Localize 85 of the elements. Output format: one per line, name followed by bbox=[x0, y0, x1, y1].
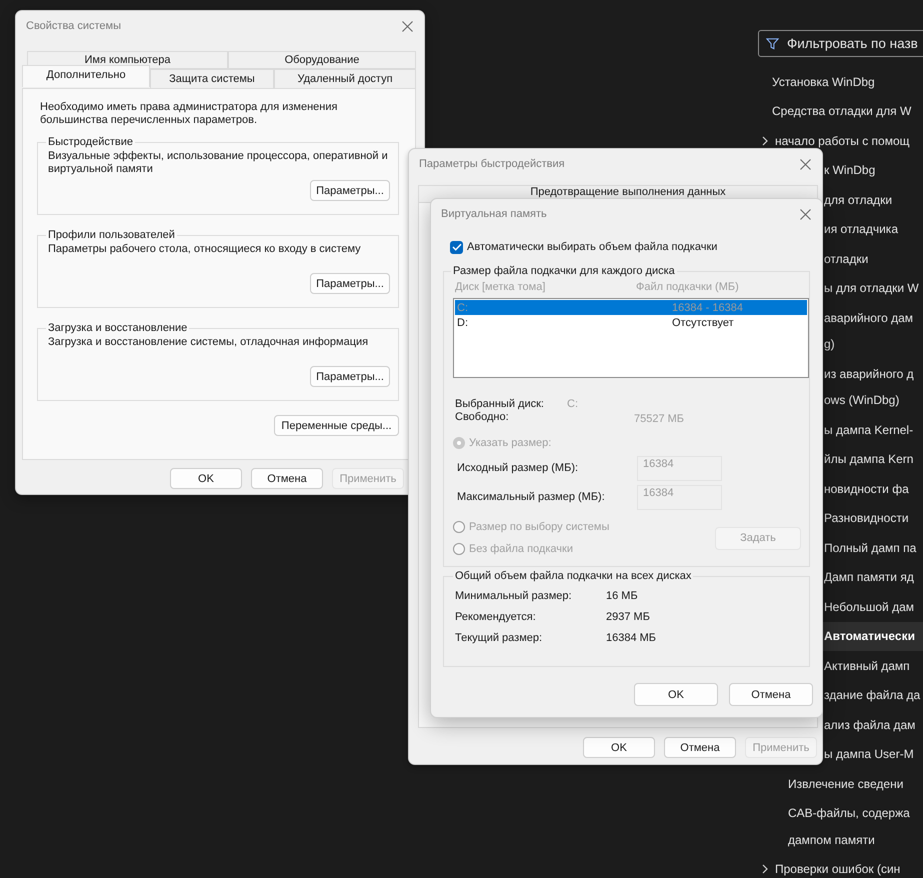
ok-button[interactable]: OK bbox=[170, 468, 242, 489]
nav-link[interactable]: ы дампа User-M bbox=[824, 741, 914, 768]
nav-link[interactable]: для отладки bbox=[824, 186, 892, 213]
admin-note: Необходимо иметь права администратора для изменения большинства перечисленных параметров. bbox=[40, 101, 338, 127]
field-value: 75527 МБ bbox=[634, 413, 684, 425]
close-button[interactable] bbox=[400, 19, 414, 33]
field-label: Рекомендуется: bbox=[455, 610, 537, 622]
cancel-button[interactable]: Отмена bbox=[729, 683, 813, 706]
nav-link[interactable]: Полный дамп па bbox=[824, 534, 916, 561]
column-header: Файл подкачки (МБ) bbox=[636, 281, 739, 293]
close-button[interactable] bbox=[798, 157, 812, 171]
field-label: Максимальный размер (МБ): bbox=[456, 491, 606, 503]
nav-link[interactable]: Извлечение сведени bbox=[788, 770, 904, 797]
cancel-button[interactable]: Отмена bbox=[664, 737, 736, 758]
field-label: Исходный размер (МБ): bbox=[456, 462, 580, 474]
nav-link[interactable]: Активный дамп bbox=[824, 652, 910, 679]
tab[interactable]: Предотвращение выполнения данных bbox=[530, 186, 726, 198]
chevron-icon bbox=[762, 864, 768, 874]
close-icon bbox=[402, 20, 412, 32]
nav-link[interactable]: ы для отладки W bbox=[824, 275, 919, 302]
group-description: Визуальные эффекты, использование процессора, оперативной и виртуальной памяти bbox=[48, 150, 389, 177]
radio-label: Размер по выбору системы bbox=[469, 521, 610, 533]
field-label: Минимальный размер: bbox=[455, 590, 573, 602]
nav-link[interactable]: начало работы с помощ bbox=[775, 128, 910, 154]
checkbox-label: Автоматически выбирать объем файла подкачки bbox=[467, 241, 718, 253]
group-title: Размер файла подкачки для каждого диска bbox=[452, 265, 676, 277]
field-value: 16 МБ bbox=[606, 590, 638, 602]
nav-link[interactable]: к WinDbg bbox=[824, 157, 876, 184]
close-button[interactable] bbox=[798, 207, 812, 221]
window-title: Виртуальная память bbox=[441, 208, 547, 220]
nav-link[interactable]: аварийного дам g) bbox=[824, 304, 914, 358]
group-description: Параметры рабочего стола, относящиеся ко входу в систему bbox=[48, 243, 362, 257]
group-title: Быстродействие bbox=[47, 136, 134, 148]
chevron-icon bbox=[762, 136, 768, 146]
field-value: 2937 МБ bbox=[606, 610, 650, 622]
nav-link[interactable]: CAB-файлы, содержа дампом памяти bbox=[788, 800, 910, 853]
nav-link[interactable]: здание файла да bbox=[824, 682, 920, 708]
settings-button[interactable]: Параметры... bbox=[310, 180, 390, 201]
nav-link[interactable]: отладки bbox=[824, 246, 868, 272]
environment-variables-button[interactable]: Переменные среды... bbox=[274, 415, 399, 436]
field-label: Выбранный диск: bbox=[454, 398, 545, 410]
field-label: Текущий размер: bbox=[455, 632, 544, 644]
nav-link[interactable]: ия отладчика bbox=[824, 216, 898, 242]
field-label: Свободно: bbox=[454, 411, 510, 425]
table-cell-text: D: bbox=[456, 316, 469, 328]
radio-label: Без файла подкачки bbox=[469, 543, 573, 555]
checkmark-icon bbox=[452, 243, 462, 251]
ok-button[interactable]: OK bbox=[634, 683, 718, 706]
nav-link[interactable]: Установка WinDbg bbox=[772, 68, 875, 95]
nav-link[interactable]: из аварийного д ows (WinDbg) bbox=[824, 360, 914, 414]
tab[interactable]: Дополнительно bbox=[22, 65, 150, 87]
cancel-button[interactable]: Отмена bbox=[251, 468, 323, 489]
radio-label: Указать размер: bbox=[469, 437, 552, 449]
column-header: Диск [метка тома] bbox=[454, 281, 546, 293]
table-cell-text: C: bbox=[456, 302, 469, 314]
table-cell: Отсутствует bbox=[672, 316, 734, 328]
nav-link[interactable]: ализ файла дам bbox=[824, 712, 916, 738]
tab[interactable]: Оборудование bbox=[228, 51, 416, 69]
group-title: Загрузка и восстановление bbox=[47, 322, 188, 334]
tab[interactable]: Защита системы bbox=[150, 69, 274, 88]
nav-link[interactable]: новидности фа bbox=[824, 476, 909, 502]
settings-button[interactable]: Параметры... bbox=[310, 366, 390, 387]
filter-field[interactable]: Фильтровать по назв bbox=[758, 30, 923, 57]
nav-link[interactable]: ы дампа Kernel- bbox=[824, 416, 914, 443]
field-value: 16384 МБ bbox=[606, 632, 656, 644]
group-title: Общий объем файла подкачки на всех дисках bbox=[454, 570, 692, 582]
tab[interactable]: Удаленный доступ bbox=[274, 69, 416, 88]
nav-link[interactable]: Дамп памяти яд bbox=[824, 564, 914, 590]
group-description: Загрузка и восстановление системы, отладочная информация bbox=[48, 336, 370, 350]
nav-link[interactable]: Проверки ошибок (син bbox=[775, 856, 900, 878]
window-title: Свойства системы bbox=[26, 20, 122, 32]
close-icon bbox=[800, 158, 810, 170]
nav-link[interactable]: Разновидности bbox=[824, 505, 909, 532]
ok-button[interactable]: OK bbox=[583, 737, 655, 758]
group-title: Профили пользователей bbox=[47, 229, 176, 241]
checkbox[interactable] bbox=[450, 240, 463, 254]
field-value: C: bbox=[567, 398, 578, 410]
close-icon bbox=[800, 208, 810, 220]
nav-link[interactable]: Средства отладки для W bbox=[772, 98, 912, 124]
nav-link[interactable]: Небольшой дам bbox=[824, 594, 914, 620]
nav-link[interactable]: йлы дампа Kern bbox=[824, 446, 914, 472]
table-cell: 16384 - 16384 bbox=[672, 302, 743, 314]
settings-button[interactable]: Параметры... bbox=[310, 273, 390, 294]
filter-icon bbox=[766, 36, 779, 50]
window-title: Параметры быстродействия bbox=[419, 158, 565, 170]
